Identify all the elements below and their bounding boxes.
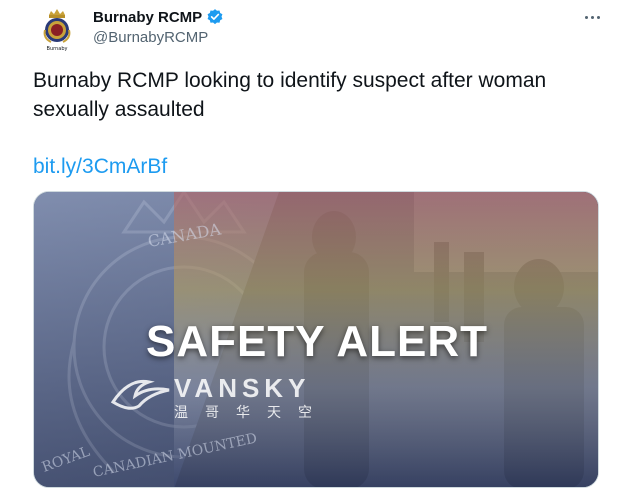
- vansky-bird-logo: [110, 379, 170, 410]
- more-options-button[interactable]: [575, 2, 609, 32]
- watermark-text: VANSKY: [174, 373, 311, 403]
- tweet-media-image[interactable]: CANADA ROYAL CANADIAN MOUNTED VANSKY 温哥华…: [33, 191, 599, 488]
- more-dot-icon: [590, 15, 594, 19]
- handle[interactable]: @BurnabyRCMP: [93, 29, 208, 46]
- avatar[interactable]: Burnaby: [33, 6, 81, 54]
- more-dot-icon: [584, 15, 588, 19]
- tweet-text: Burnaby RCMP looking to identify suspect…: [33, 69, 547, 121]
- safety-alert-headline: SAFETY ALERT: [145, 317, 489, 366]
- author-name-row[interactable]: Burnaby RCMP: [93, 7, 224, 27]
- display-name[interactable]: Burnaby RCMP: [93, 9, 202, 26]
- watermark-subtext: 温哥华天空: [174, 404, 329, 420]
- tweet-link[interactable]: bit.ly/3CmArBf: [33, 152, 167, 181]
- avatar-caption: Burnaby: [47, 46, 68, 52]
- verified-badge-icon: [207, 9, 223, 25]
- more-dot-icon: [596, 15, 600, 19]
- rcmp-crest-logo: Burnaby: [33, 6, 81, 54]
- tweet-card[interactable]: Burnaby Burnaby RCMP @BurnabyRCMP Burnab…: [0, 0, 632, 503]
